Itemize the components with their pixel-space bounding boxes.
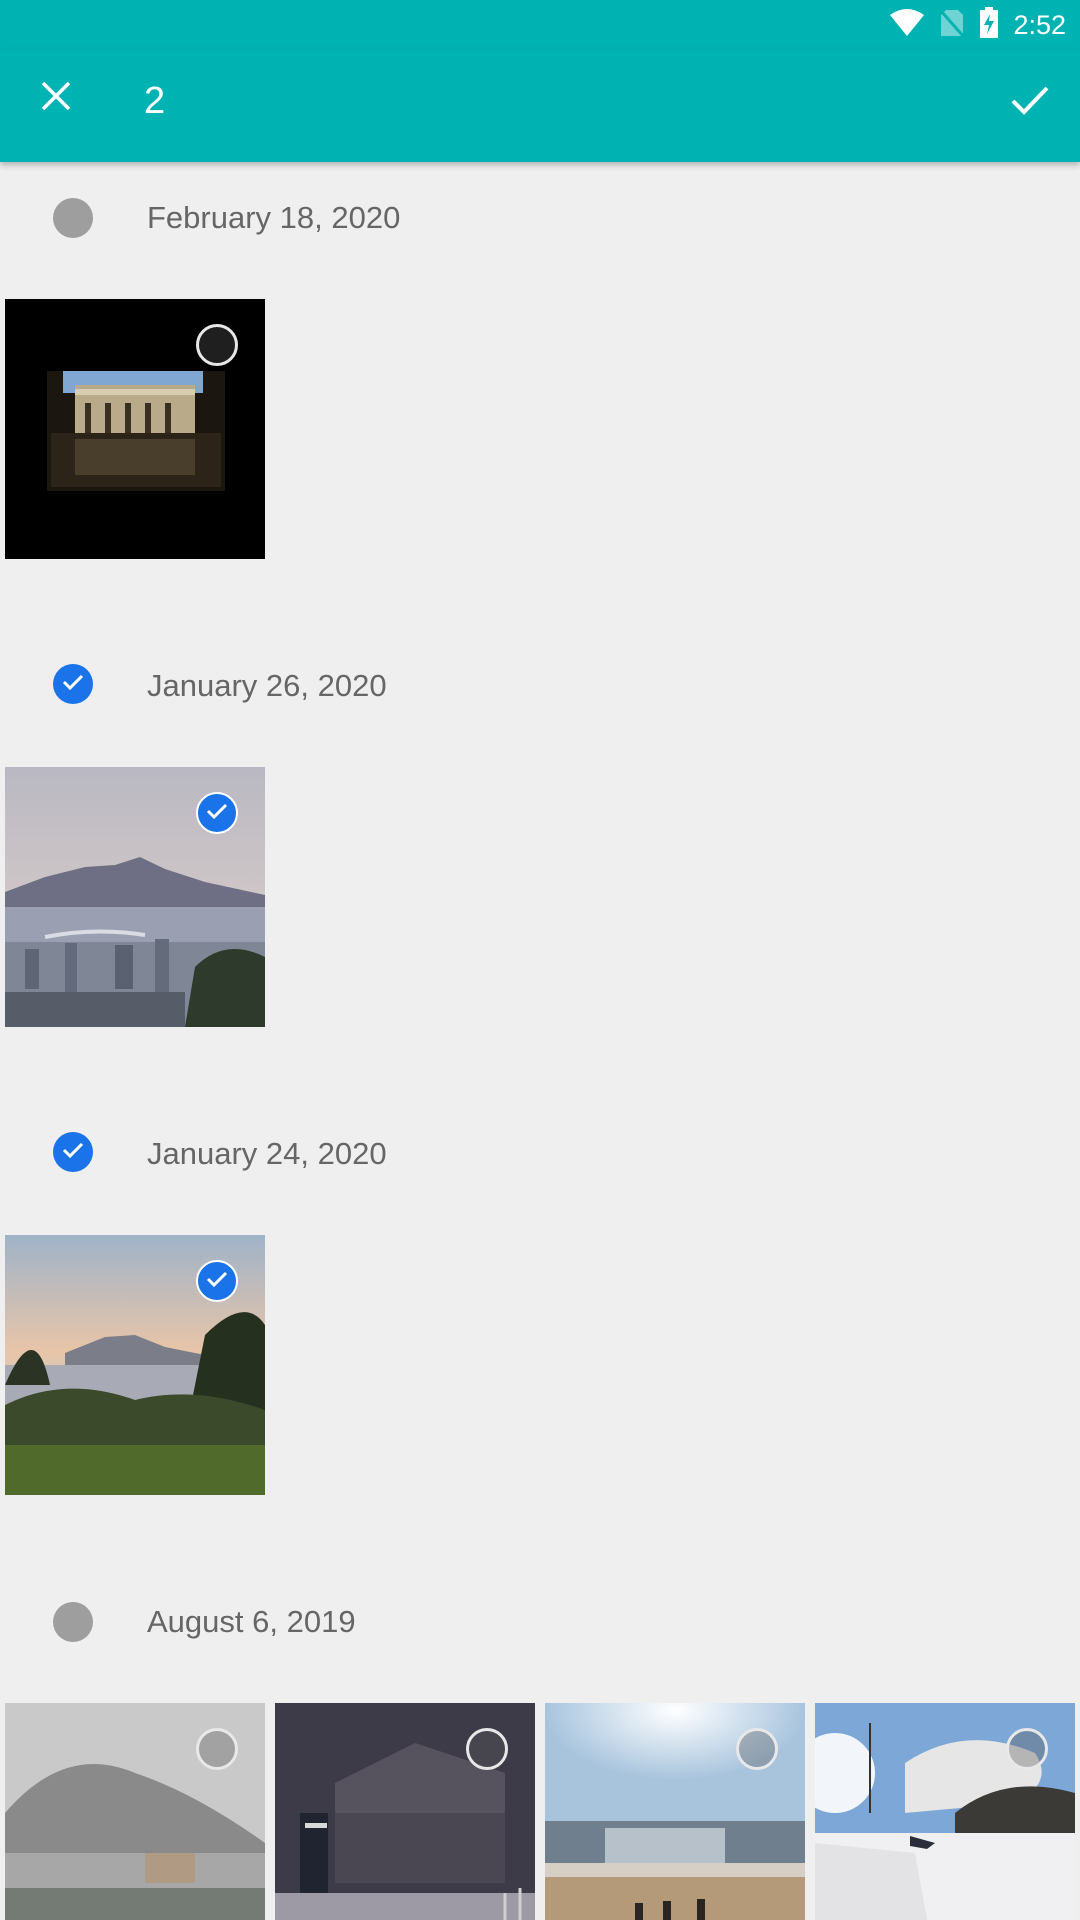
photo-thumbnail[interactable] bbox=[5, 767, 265, 1027]
check-icon bbox=[1010, 84, 1050, 121]
photo-select-toggle[interactable] bbox=[736, 1728, 778, 1770]
photo-thumbnail[interactable] bbox=[5, 1235, 265, 1495]
battery-charging-icon bbox=[979, 6, 999, 44]
date-select-toggle[interactable] bbox=[53, 664, 93, 704]
date-header[interactable]: February 18, 2020 bbox=[0, 162, 1080, 272]
photo-thumbnail[interactable] bbox=[545, 1703, 805, 1920]
photo-select-toggle[interactable] bbox=[196, 1260, 238, 1302]
date-label: January 26, 2020 bbox=[147, 668, 387, 703]
photo-select-toggle[interactable] bbox=[196, 1728, 238, 1770]
check-icon bbox=[206, 1270, 228, 1293]
clock-time: 2:52 bbox=[1013, 9, 1066, 40]
check-icon bbox=[206, 802, 228, 825]
no-sim-icon bbox=[939, 8, 966, 43]
photo-select-toggle[interactable] bbox=[466, 1728, 508, 1770]
date-select-toggle[interactable] bbox=[53, 1602, 93, 1642]
photo-thumbnail[interactable] bbox=[815, 1703, 1075, 1920]
date-label: February 18, 2020 bbox=[147, 200, 401, 235]
check-icon bbox=[62, 1141, 84, 1164]
close-icon bbox=[40, 80, 72, 117]
status-icons: 2:52 bbox=[889, 6, 1066, 44]
photo-select-toggle[interactable] bbox=[196, 324, 238, 366]
photo-select-toggle[interactable] bbox=[1006, 1728, 1048, 1770]
status-bar: 2:52 bbox=[0, 0, 1080, 50]
wifi-icon bbox=[889, 8, 925, 42]
date-label: August 6, 2019 bbox=[147, 1604, 356, 1639]
close-button[interactable] bbox=[30, 72, 82, 124]
photo-thumbnail[interactable] bbox=[5, 299, 265, 559]
date-header[interactable]: January 24, 2020 bbox=[0, 1098, 1080, 1208]
photo-select-toggle[interactable] bbox=[196, 792, 238, 834]
check-icon bbox=[62, 673, 84, 696]
selected-count: 2 bbox=[144, 80, 166, 122]
confirm-button[interactable] bbox=[1000, 72, 1060, 132]
date-select-toggle[interactable] bbox=[53, 1132, 93, 1172]
photo-thumbnail[interactable] bbox=[275, 1703, 535, 1920]
photo-thumbnail[interactable] bbox=[5, 1703, 265, 1920]
date-label: January 24, 2020 bbox=[147, 1136, 387, 1171]
selection-toolbar: 2 bbox=[0, 50, 1080, 162]
date-select-toggle[interactable] bbox=[53, 198, 93, 238]
date-header[interactable]: August 6, 2019 bbox=[0, 1566, 1080, 1676]
date-header[interactable]: January 26, 2020 bbox=[0, 630, 1080, 740]
